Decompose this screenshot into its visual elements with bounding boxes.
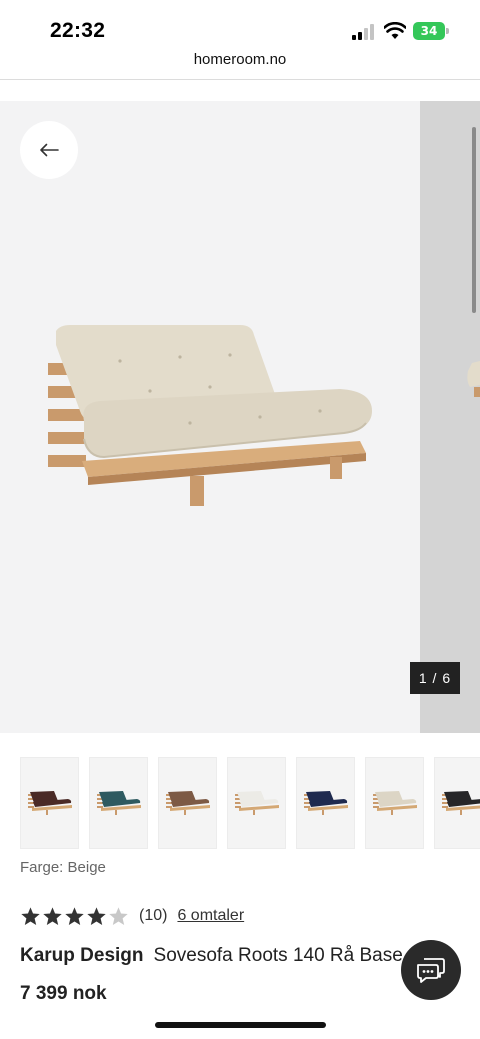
color-thumbnails xyxy=(20,757,480,851)
sofa-product-image xyxy=(48,325,373,506)
color-label: Farge: Beige xyxy=(20,859,106,876)
color-thumbnail[interactable] xyxy=(296,757,355,849)
gallery-slide-next-peek[interactable] xyxy=(420,101,480,733)
sofa-thumbnail-image xyxy=(304,791,348,815)
product-image-gallery[interactable]: 1 / 6 xyxy=(0,101,480,733)
battery-level: 34 xyxy=(420,24,438,38)
status-bar: 22:32 34 xyxy=(0,0,480,50)
product-name: Sovesofa Roots 140 Rå Base xyxy=(153,945,403,966)
product-brand[interactable]: Karup Design xyxy=(20,945,144,966)
rating-row: (10) 6 omtaler xyxy=(20,904,244,928)
rating-count: (10) xyxy=(139,907,168,924)
gallery-slide-current[interactable] xyxy=(0,101,420,733)
product-title: Karup Design Sovesofa Roots 140 Rå Base xyxy=(20,945,410,971)
star-filled-icon xyxy=(43,906,62,925)
star-filled-icon xyxy=(65,906,84,925)
url-bar[interactable]: homeroom.no xyxy=(0,50,480,80)
color-thumbnail[interactable] xyxy=(89,757,148,849)
back-button[interactable] xyxy=(20,121,78,179)
product-price: 7 399 nok xyxy=(20,983,107,1004)
color-thumbnail[interactable] xyxy=(20,757,79,849)
battery-tip xyxy=(446,28,449,34)
star-filled-icon xyxy=(87,906,106,925)
reviews-link[interactable]: 6 omtaler xyxy=(177,907,244,925)
color-thumbnail[interactable] xyxy=(227,757,286,849)
sofa-thumbnail-image xyxy=(97,791,141,815)
wifi-icon xyxy=(384,22,406,39)
star-empty-icon xyxy=(109,906,128,925)
url-text[interactable]: homeroom.no xyxy=(194,50,287,70)
rating-stars xyxy=(20,906,130,927)
color-thumbnail[interactable] xyxy=(434,757,480,849)
sofa-thumbnail-image xyxy=(442,791,480,815)
signal-icon xyxy=(352,24,374,40)
arrow-left-icon xyxy=(40,143,59,157)
sofa-thumbnail-image xyxy=(28,791,72,815)
sofa-thumbnail-image xyxy=(235,791,279,815)
battery-icon: 34 xyxy=(413,22,449,40)
sofa-thumbnail-image xyxy=(373,791,417,815)
color-thumbnail[interactable] xyxy=(158,757,217,849)
home-indicator xyxy=(155,1022,326,1028)
scroll-indicator[interactable] xyxy=(472,127,476,313)
color-thumbnail[interactable] xyxy=(365,757,424,849)
chat-icon xyxy=(417,958,445,983)
next-slide-image-peek xyxy=(467,361,480,397)
sofa-thumbnail-image xyxy=(166,791,210,815)
status-time: 22:32 xyxy=(50,19,106,42)
slide-counter: 1 / 6 xyxy=(410,662,460,694)
star-filled-icon xyxy=(21,906,40,925)
chat-button[interactable] xyxy=(401,940,461,1000)
